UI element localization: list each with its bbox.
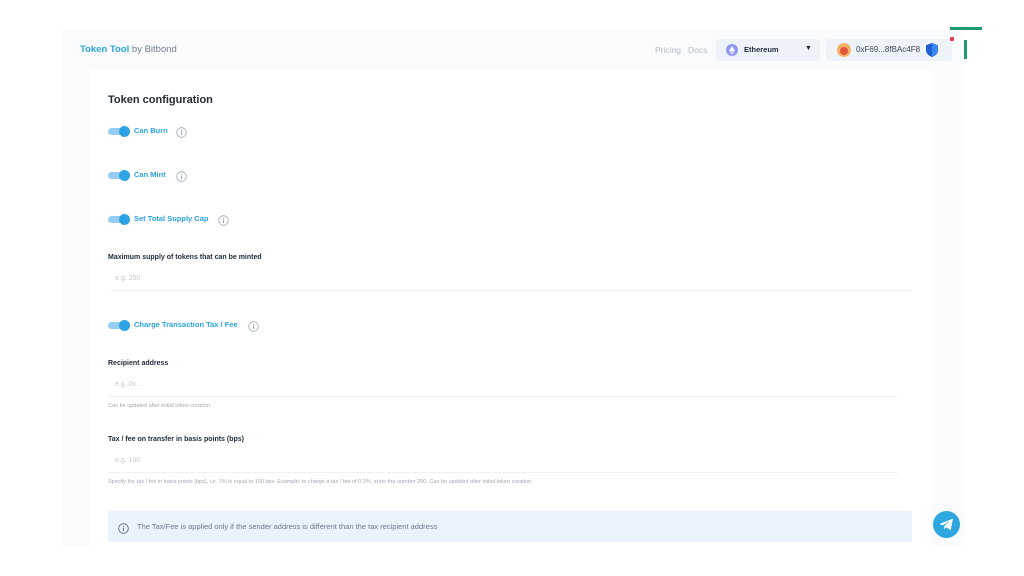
notice-text: The Tax/Fee is applied only if the sende…	[137, 522, 438, 531]
supply-cap-label: Set Total Supply Cap	[134, 214, 209, 223]
tax-notice-banner: The Tax/Fee is applied only if the sende…	[108, 511, 912, 542]
recipient-address-input[interactable]	[108, 373, 898, 397]
can-burn-toggle[interactable]	[108, 126, 130, 137]
nav-pricing-link[interactable]: Pricing	[655, 45, 681, 55]
chevron-down-icon: ▼	[805, 45, 812, 52]
supply-cap-row: Set Total Supply Cap	[108, 213, 248, 227]
can-mint-row: Can Mint	[108, 169, 208, 183]
info-icon[interactable]	[218, 213, 229, 226]
info-icon[interactable]	[248, 319, 259, 332]
wallet-button[interactable]: 0xF69...8fBAc4F8	[826, 37, 954, 62]
brand-suffix: by Bitbond	[129, 44, 177, 55]
wallet-address: 0xF69...8fBAc4F8	[856, 45, 921, 54]
max-supply-label: Maximum supply of tokens that can be min…	[108, 254, 262, 261]
info-icon[interactable]	[176, 169, 187, 182]
telegram-icon	[939, 518, 953, 531]
page: Token Tool by Bitbond Pricing Docs Ether…	[0, 0, 1024, 576]
max-supply-input[interactable]	[108, 267, 912, 291]
tax-bps-input[interactable]	[108, 449, 898, 473]
tax-toggle[interactable]	[108, 320, 130, 331]
brand-logo[interactable]: Token Tool by Bitbond	[80, 44, 177, 55]
can-mint-toggle[interactable]	[108, 170, 130, 181]
recipient-helper-text: Can be updated after initial token creat…	[108, 403, 212, 409]
info-icon[interactable]	[176, 125, 187, 138]
section-title: Token configuration	[108, 94, 213, 106]
shield-icon	[926, 43, 938, 62]
telegram-button[interactable]	[933, 511, 960, 538]
supply-cap-toggle[interactable]	[108, 214, 130, 225]
recipient-label: Recipient address	[108, 360, 169, 367]
app-window: Token Tool by Bitbond Pricing Docs Ether…	[62, 30, 964, 546]
notification-dot	[950, 37, 954, 41]
top-nav: Token Tool by Bitbond Pricing Docs Ether…	[62, 30, 964, 70]
tax-bps-helper-text: Specify the tax / fee in basis points (b…	[108, 479, 533, 485]
wallet-avatar	[837, 43, 851, 57]
brand-name: Token Tool	[80, 44, 130, 55]
can-burn-label: Can Burn	[134, 126, 168, 135]
tax-label: Charge Transaction Tax / Fee	[134, 320, 238, 329]
tax-bps-label: Tax / fee on transfer in basis points (b…	[108, 436, 245, 443]
nav-docs-link[interactable]: Docs	[688, 45, 707, 55]
can-burn-row: Can Burn	[108, 125, 208, 139]
network-label: Ethereum	[744, 45, 779, 54]
ethereum-icon	[726, 44, 738, 56]
can-mint-label: Can Mint	[134, 170, 166, 179]
info-icon	[118, 521, 129, 539]
tax-row: Charge Transaction Tax / Fee	[108, 319, 268, 333]
token-configuration-panel: Token configuration Can Burn Can Mint Se…	[90, 70, 932, 546]
network-selector[interactable]: Ethereum ▼	[716, 39, 820, 61]
